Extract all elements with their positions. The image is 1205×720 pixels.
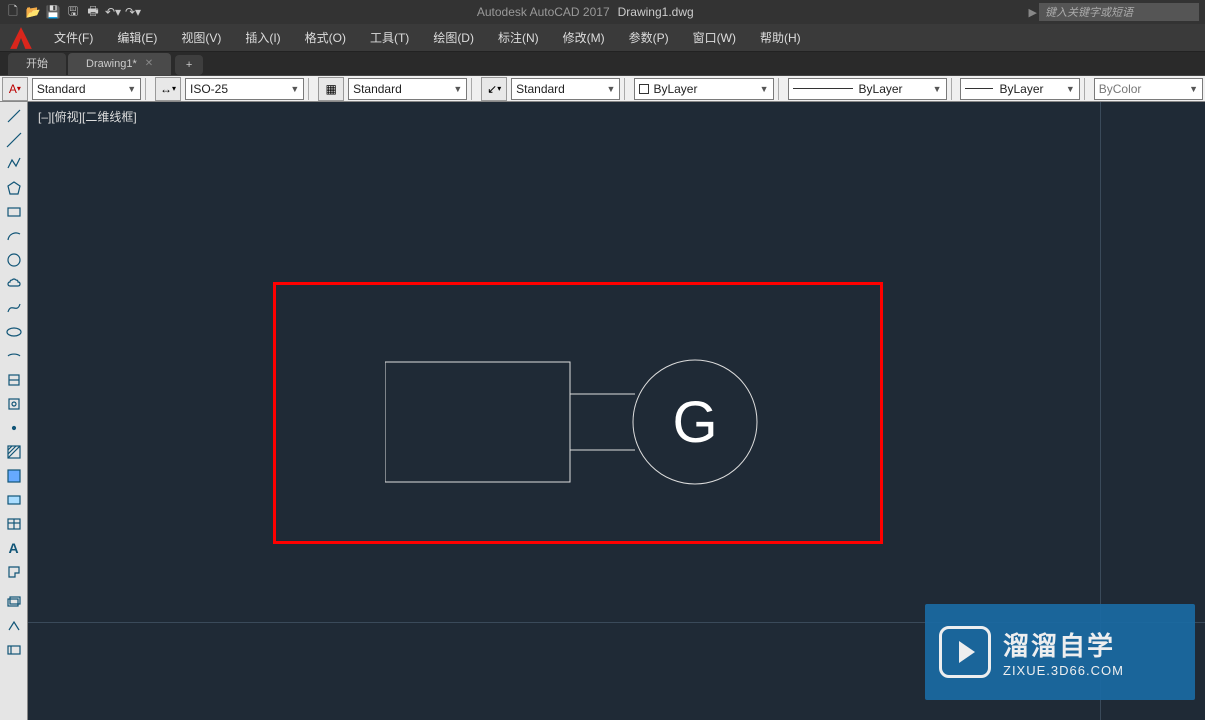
point-tool[interactable] [2,417,26,439]
mleader-icon[interactable]: ↙▾ [481,77,507,101]
menu-insert[interactable]: 插入(I) [233,24,292,52]
mtext-tool[interactable]: A [2,537,26,559]
arc-tool[interactable] [2,225,26,247]
cad-drawing-content: G [385,352,785,492]
menu-help[interactable]: 帮助(H) [748,24,813,52]
plotcolor-dropdown[interactable]: ByColor▼ [1094,78,1203,100]
mleader-dropdown[interactable]: Standard▼ [511,78,620,100]
polyline-tool[interactable] [2,153,26,175]
textstyle-dropdown[interactable]: Standard▼ [32,78,141,100]
tablestyle-icon[interactable]: ▦ [318,77,344,101]
tab-drawing[interactable]: Drawing1* ✕ [68,53,171,75]
qat-print-icon[interactable]: 🖶 [84,3,102,21]
addselected-tool[interactable] [2,561,26,583]
rectangle-tool[interactable] [2,201,26,223]
line-tool[interactable] [2,105,26,127]
hatch-tool[interactable] [2,441,26,463]
play-icon [939,626,991,678]
region-tool[interactable] [2,489,26,511]
dimstyle-dropdown[interactable]: ISO-25▼ [185,78,304,100]
circle-text: G [672,390,717,455]
draw-tool-palette: A [0,102,28,720]
watermark-url: ZIXUE.3D66.COM [1003,663,1124,678]
tablestyle-dropdown[interactable]: Standard▼ [348,78,467,100]
menu-edit[interactable]: 编辑(E) [105,24,169,52]
polygon-tool[interactable] [2,177,26,199]
menu-modify[interactable]: 修改(M) [551,24,617,52]
tab-start[interactable]: 开始 [8,53,66,75]
watermark-logo: 溜溜自学 ZIXUE.3D66.COM [925,604,1195,700]
qat-save-icon[interactable]: 💾 [44,3,62,21]
menu-file[interactable]: 文件(F) [42,24,105,52]
block-insert-tool[interactable] [2,369,26,391]
ellipse-arc-tool[interactable] [2,345,26,367]
xline-tool[interactable] [2,129,26,151]
gradient-tool[interactable] [2,465,26,487]
layer-props-tool[interactable] [2,591,26,613]
dimstyle-icon[interactable]: ↔▾ [155,77,181,101]
qat-saveas-icon[interactable]: 🖫 [64,3,82,21]
viewport-label[interactable]: [–][俯视][二维线框] [38,108,137,125]
ellipse-tool[interactable] [2,321,26,343]
menu-view[interactable]: 视图(V) [169,24,233,52]
circle-tool[interactable] [2,249,26,271]
menu-draw[interactable]: 绘图(D) [421,24,486,52]
spline-tool[interactable] [2,297,26,319]
block-make-tool[interactable] [2,393,26,415]
menu-parametric[interactable]: 参数(P) [617,24,681,52]
qat-redo-icon[interactable]: ↷▾ [124,3,142,21]
menu-format[interactable]: 格式(O) [293,24,358,52]
layer-color-dropdown[interactable]: ByLayer▼ [634,78,773,100]
chevron-right-icon: ▶ [1029,6,1037,19]
menu-tools[interactable]: 工具(T) [358,24,421,52]
qat-new-icon[interactable]: 🗋 [4,3,22,21]
watermark-title: 溜溜自学 [1003,626,1124,663]
search-input[interactable]: 键入关键字或短语 [1039,3,1199,21]
title-text: Autodesk AutoCAD 2017Drawing1.dwg [142,5,1029,19]
layer-iso-tool[interactable] [2,639,26,661]
qat-open-icon[interactable]: 📂 [24,3,42,21]
qat-undo-icon[interactable]: ↶▾ [104,3,122,21]
menu-window[interactable]: 窗口(W) [681,24,748,52]
tab-new[interactable]: + [175,55,203,75]
drawing-canvas[interactable]: [–][俯视][二维线框] G 溜溜自学 ZIXUE.3D66.COM [28,102,1205,720]
app-logo[interactable] [0,24,42,51]
lineweight-dropdown[interactable]: ByLayer▼ [960,78,1079,100]
revcloud-tool[interactable] [2,273,26,295]
table-tool[interactable] [2,513,26,535]
menu-dimension[interactable]: 标注(N) [486,24,551,52]
layer-match-tool[interactable] [2,615,26,637]
linetype-dropdown[interactable]: ByLayer▼ [788,78,947,100]
close-icon[interactable]: ✕ [145,53,153,75]
textstyle-icon[interactable]: A▾ [2,77,28,101]
